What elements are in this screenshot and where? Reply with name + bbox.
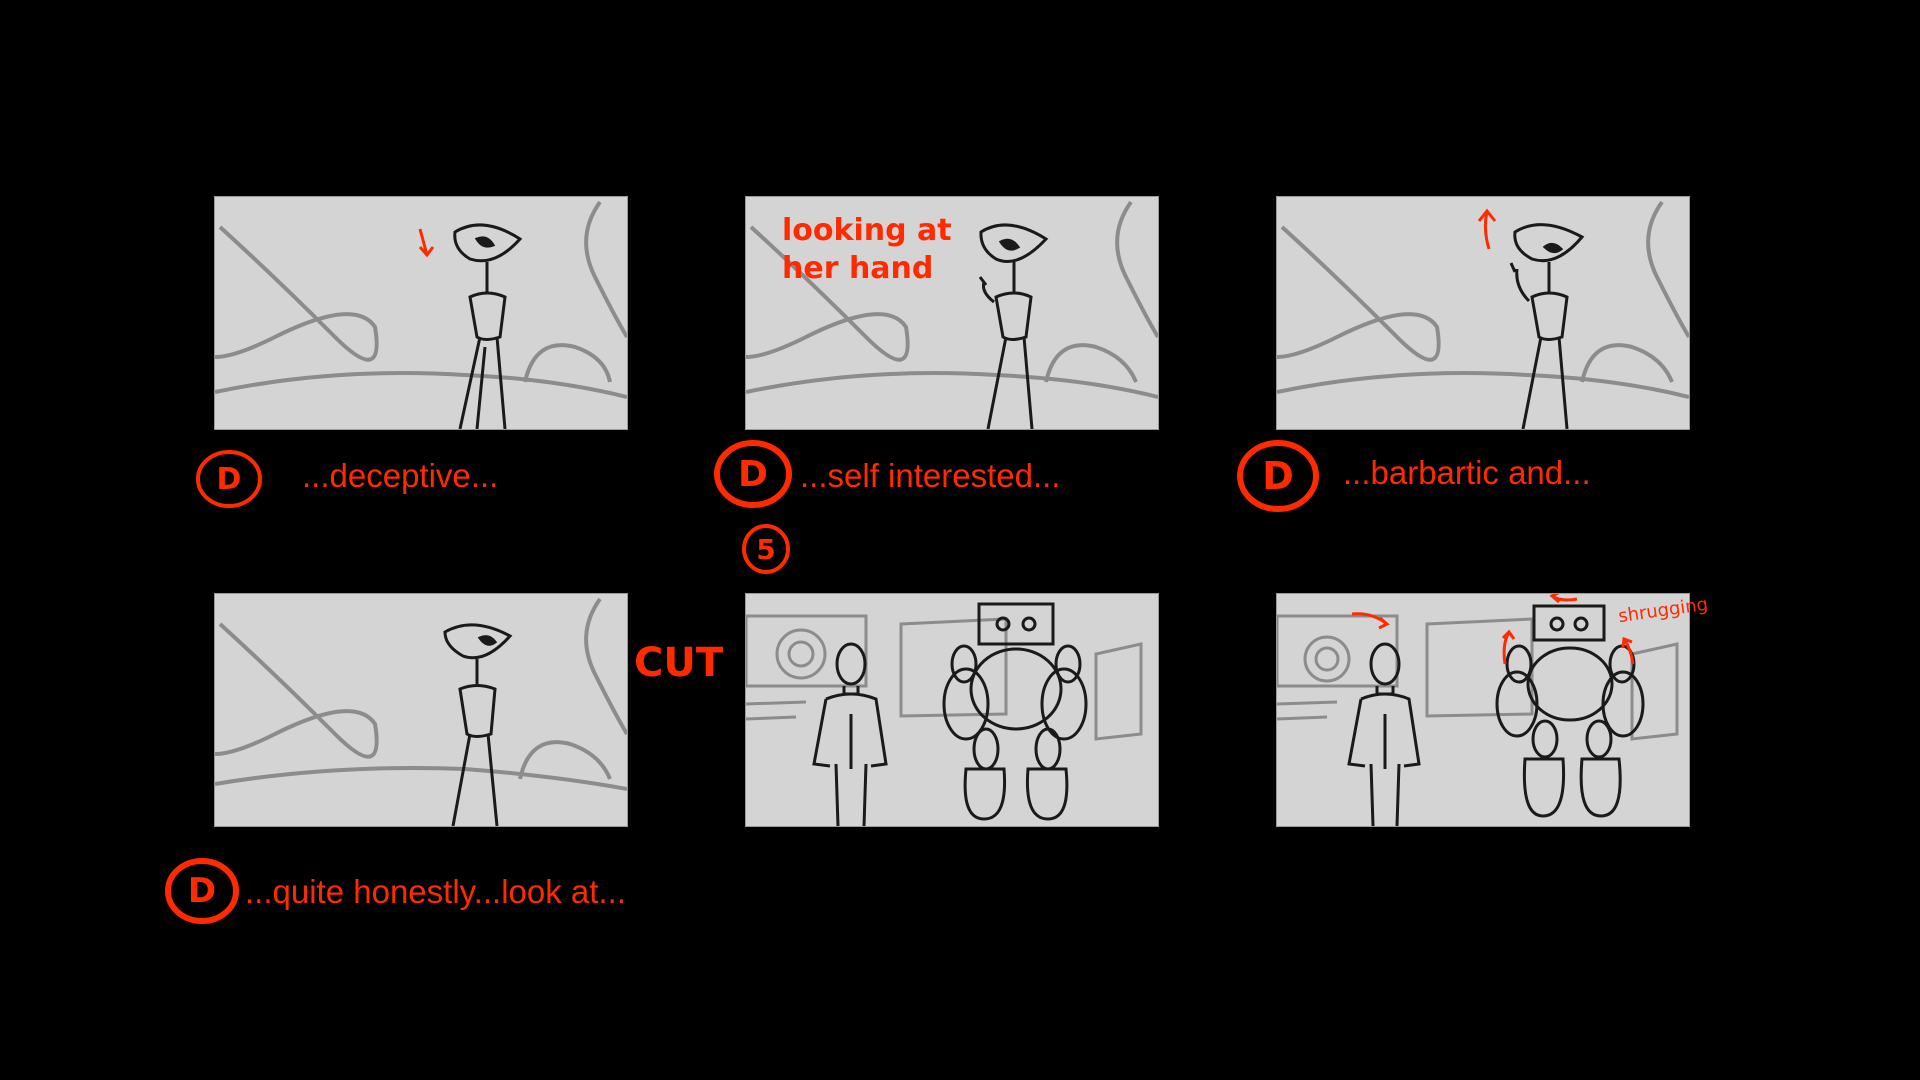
alien-sketch-drawing (215, 200, 627, 429)
annotation-line-2: her hand (782, 251, 934, 286)
dialogue-marker-3: D (1236, 440, 1320, 512)
alien-standing-drawing (215, 597, 627, 826)
dialogue-marker-1: D (195, 449, 263, 509)
dialogue-marker-letter: D (1262, 454, 1294, 498)
man-and-robot-shrugging-drawing (1277, 594, 1679, 826)
alien-raising-hand-drawing (1277, 200, 1689, 429)
dialogue-marker-4: D (164, 858, 240, 924)
man-and-robot-drawing (746, 602, 1143, 826)
storyboard-panel-5 (745, 593, 1159, 827)
storyboard-panel-4 (214, 593, 628, 827)
dialogue-caption-3: ...barbartic and... (1343, 454, 1591, 491)
dialogue-marker-letter: D (738, 453, 768, 495)
storyboard-panel-1 (214, 196, 628, 430)
storyboard-page: { "panels": [ {"caption": "...deceptive.… (0, 0, 1920, 1080)
dialogue-caption-2: ...self interested... (800, 457, 1061, 494)
dialogue-caption-4: ...quite honestly...look at... (245, 873, 626, 910)
annotation-line-1: looking at (782, 213, 952, 248)
dialogue-marker-letter: D (216, 461, 242, 497)
shot-number: 5 (756, 532, 776, 566)
annotation-looking-at-hand: looking at her hand (782, 212, 952, 288)
shot-number-marker: 5 (741, 523, 791, 575)
dialogue-marker-letter: D (187, 871, 217, 911)
storyboard-panel-3 (1276, 196, 1690, 430)
storyboard-panel-6 (1276, 593, 1690, 827)
dialogue-caption-1: ...deceptive... (302, 457, 499, 494)
transition-cut-label: CUT (634, 640, 724, 686)
dialogue-marker-2: D (713, 440, 793, 508)
